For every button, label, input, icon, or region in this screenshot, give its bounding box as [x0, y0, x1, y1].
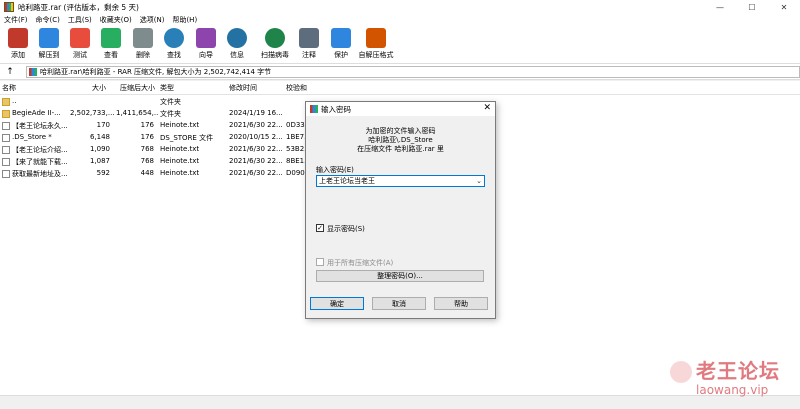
- comment-button[interactable]: 注释: [294, 28, 324, 62]
- path-text: 哈利路亚.rar\哈利路亚 - RAR 压缩文件, 解包大小为 2,502,74…: [40, 68, 272, 76]
- table-row[interactable]: 【老王论坛永久... 170 176 Heinote.txt 2021/6/30…: [0, 120, 320, 132]
- protect-icon: [331, 28, 351, 48]
- window-title: 哈利路亚.rar (评估版本，剩余 5 天): [18, 2, 139, 12]
- file-list-header: 名称 大小 压缩后大小 类型 修改时间 校验和: [0, 81, 800, 95]
- wizard-button[interactable]: 向导: [191, 28, 221, 62]
- prompt-archive: 在压缩文件 哈利路亚.rar 里: [357, 145, 444, 153]
- archive-icon: [29, 68, 37, 76]
- up-arrow-icon[interactable]: ↑: [4, 66, 16, 78]
- find-icon: [164, 28, 184, 48]
- extract-to-button[interactable]: 解压到: [34, 28, 64, 62]
- menu-bar: 文件(F) 命令(C) 工具(S) 收藏夹(O) 选项(N) 帮助(H): [0, 14, 800, 26]
- window-controls: — ☐ ✕: [704, 0, 800, 14]
- text-file-icon: [2, 170, 10, 178]
- test-icon: [70, 28, 90, 48]
- winrar-app-icon: [4, 2, 14, 12]
- show-password-checkbox[interactable]: ✓: [316, 224, 324, 232]
- column-size[interactable]: 大小: [92, 83, 106, 93]
- dialog-title: 输入密码: [321, 104, 351, 114]
- add-archive-icon: [8, 28, 28, 48]
- title-bar: 哈利路亚.rar (评估版本，剩余 5 天) — ☐ ✕: [0, 0, 800, 14]
- virus-scan-icon: [265, 28, 285, 48]
- virus-scan-button[interactable]: 扫描病毒: [258, 28, 292, 62]
- menu-tools[interactable]: 工具(S): [64, 15, 96, 25]
- wizard-icon: [196, 28, 216, 48]
- table-row[interactable]: BegieAde II-... 2,502,733,... 1,411,654,…: [0, 108, 320, 120]
- cancel-button[interactable]: 取消: [372, 297, 426, 310]
- dialog-close-icon[interactable]: ✕: [483, 103, 491, 113]
- table-row[interactable]: 获取最新地址及... 592 448 Heinote.txt 2021/6/30…: [0, 168, 320, 180]
- delete-button[interactable]: 删除: [128, 28, 158, 62]
- extract-to-icon: [39, 28, 59, 48]
- view-icon: [101, 28, 121, 48]
- help-button[interactable]: 帮助: [434, 297, 488, 310]
- watermark-url: laowang.vip: [696, 383, 769, 397]
- sfx-button[interactable]: 自解压格式: [358, 28, 394, 62]
- watermark-logo-icon: [670, 361, 692, 383]
- find-button[interactable]: 查找: [159, 28, 189, 62]
- organize-passwords-button[interactable]: 整理密码(O)...: [316, 270, 484, 282]
- menu-favorites[interactable]: 收藏夹(O): [96, 15, 136, 25]
- column-packed[interactable]: 压缩后大小: [120, 83, 155, 93]
- info-button[interactable]: 信息: [222, 28, 252, 62]
- table-row[interactable]: .. 文件夹: [0, 96, 320, 108]
- text-file-icon: [2, 122, 10, 130]
- password-value: 上老王论坛当老王: [319, 177, 375, 185]
- menu-options[interactable]: 选项(N): [136, 15, 169, 25]
- show-password-label: 显示密码(S): [327, 225, 365, 233]
- maximize-button[interactable]: ☐: [736, 0, 768, 14]
- column-crc[interactable]: 校验和: [286, 83, 307, 93]
- watermark: 老王论坛 laowang.vip: [670, 355, 795, 405]
- use-all-archives-checkbox[interactable]: [316, 258, 324, 266]
- toolbar: 添加 解压到 测试 查看 删除 查找 向导 信息 扫描病毒 注释 保护 自解压格…: [0, 26, 800, 64]
- password-input[interactable]: 上老王论坛当老王 ⌄: [316, 175, 485, 187]
- menu-file[interactable]: 文件(F): [0, 15, 32, 25]
- test-button[interactable]: 测试: [65, 28, 95, 62]
- table-row[interactable]: 【老王论坛介绍... 1,090 768 Heinote.txt 2021/6/…: [0, 144, 320, 156]
- table-row[interactable]: .DS_Store * 6,148 176 DS_STORE 文件 2020/1…: [0, 132, 320, 144]
- info-icon: [227, 28, 247, 48]
- path-field[interactable]: 哈利路亚.rar\哈利路亚 - RAR 压缩文件, 解包大小为 2,502,74…: [26, 66, 800, 78]
- sfx-icon: [366, 28, 386, 48]
- winrar-dialog-icon: [310, 105, 318, 113]
- view-button[interactable]: 查看: [96, 28, 126, 62]
- folder-icon: [2, 110, 10, 118]
- table-row[interactable]: 【来了就能下载... 1,087 768 Heinote.txt 2021/6/…: [0, 156, 320, 168]
- dialog-title-bar: 输入密码 ✕: [306, 102, 495, 116]
- protect-button[interactable]: 保护: [326, 28, 356, 62]
- password-label: 输入密码(E): [316, 166, 354, 174]
- watermark-text: 老王论坛: [696, 359, 780, 383]
- text-file-icon: [2, 146, 10, 154]
- comment-icon: [299, 28, 319, 48]
- column-name[interactable]: 名称: [2, 83, 16, 93]
- folder-icon: [2, 98, 10, 106]
- password-dialog: 输入密码 ✕ 为加密的文件输入密码 哈利路亚\.DS_Store 在压缩文件 哈…: [305, 101, 496, 319]
- text-file-icon: [2, 134, 10, 142]
- ok-button[interactable]: 确定: [310, 297, 364, 310]
- column-type[interactable]: 类型: [160, 83, 174, 93]
- use-all-archives-label: 用于所有压缩文件(A): [327, 259, 394, 267]
- chevron-down-icon[interactable]: ⌄: [476, 177, 482, 185]
- menu-command[interactable]: 命令(C): [32, 15, 64, 25]
- delete-icon: [133, 28, 153, 48]
- close-button[interactable]: ✕: [768, 0, 800, 14]
- minimize-button[interactable]: —: [704, 0, 736, 14]
- text-file-icon: [2, 158, 10, 166]
- add-button[interactable]: 添加: [3, 28, 33, 62]
- menu-help[interactable]: 帮助(H): [168, 15, 201, 25]
- column-modified[interactable]: 修改时间: [229, 83, 257, 93]
